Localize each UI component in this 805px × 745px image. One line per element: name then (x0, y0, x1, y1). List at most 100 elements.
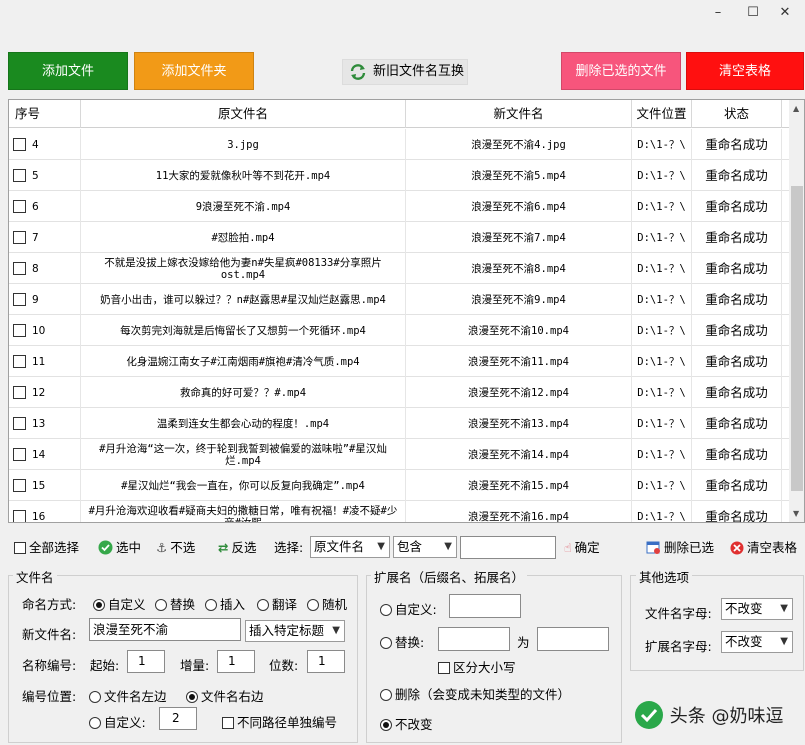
scroll-up-icon[interactable]: ▲ (793, 104, 799, 113)
select-button[interactable]: 选中 (98, 533, 141, 563)
pos-custom-radio[interactable]: 自定义: (89, 712, 146, 731)
row-checkbox[interactable] (13, 355, 26, 368)
cell-status-text: 重命名成功 (705, 508, 768, 523)
step-input[interactable]: 1 (217, 650, 255, 673)
pos-left-radio[interactable]: 文件名左边 (89, 686, 167, 705)
start-input[interactable]: 1 (127, 650, 165, 673)
maximize-button[interactable]: ☐ (738, 0, 768, 28)
row-checkbox[interactable] (13, 324, 26, 337)
header-original-name[interactable]: 原文件名 (81, 100, 406, 128)
row-checkbox[interactable] (13, 138, 26, 151)
add-file-button[interactable]: 添加文件 (8, 52, 128, 90)
row-checkbox[interactable] (13, 417, 26, 430)
row-index-label: 6 (32, 200, 39, 213)
row-checkbox[interactable] (13, 231, 26, 244)
select-mode-combo[interactable]: 包含 ▼ (393, 536, 457, 558)
clear-table-small-button[interactable]: 清空表格 (730, 533, 797, 563)
table-row[interactable]: 7 #怼脸拍.mp4 浪漫至死不渝7.mp4 D:\1-？\ 重命名成功 (9, 222, 789, 253)
row-checkbox[interactable] (13, 200, 26, 213)
cell-status: 重命名成功 (692, 284, 782, 315)
add-folder-button[interactable]: 添加文件夹 (134, 52, 254, 90)
minimize-button[interactable]: – (703, 0, 733, 28)
header-status[interactable]: 状态 (692, 100, 782, 128)
table-row[interactable]: 12 救命真的好可爱？？#.mp4 浪漫至死不渝12.mp4 D:\1-？\ 重命名成功 (9, 377, 789, 408)
deselect-button[interactable]: ⚓ 不选 (156, 533, 195, 563)
cell-original-name: #月升沧海欢迎收看#疑商夫妇的撒糖日常，唯有祝福！#凌不疑#少商#汝熙 (81, 501, 406, 522)
ext-case-combo[interactable]: 不改变 ▼ (721, 631, 793, 653)
cell-original-name-text: #月升沧海“这一次，终于轮到我誓到被偏爱的滋味啦”#星汉灿烂.mp4 (99, 442, 387, 467)
select-filter-input[interactable] (460, 536, 556, 559)
insert-title-combo[interactable]: 插入特定标题 ▼ (245, 620, 345, 642)
pos-custom-input[interactable]: 2 (159, 707, 197, 730)
pos-right-radio[interactable]: 文件名右边 (186, 686, 264, 705)
ext-delete-radio[interactable]: 删除（会变成未知类型的文件） (380, 684, 570, 703)
mode-replace-radio[interactable]: 替换 (155, 594, 195, 613)
cell-original-name-text: #怼脸拍.mp4 (211, 231, 275, 244)
header-index[interactable]: 序号 (9, 100, 81, 128)
table-row[interactable]: 13 温柔到连女生都会心动的程度！.mp4 浪漫至死不渝13.mp4 D:\1-？\ 重… (9, 408, 789, 439)
table-row[interactable]: 8 不就是没拔上嫁衣没嫁给他为妻n#失星疯#08133#分享照片ost.mp4 浪漫… (9, 253, 789, 284)
row-checkbox[interactable] (13, 293, 26, 306)
ext-unchanged-radio[interactable]: 不改变 (380, 714, 433, 733)
ext-replace-from-input[interactable] (438, 627, 510, 651)
cell-location-text: D:\1-？\ (637, 417, 686, 430)
row-index-label: 16 (32, 510, 46, 523)
delete-selected-button[interactable]: 删除已选 (646, 533, 714, 563)
mode-insert-radio[interactable]: 插入 (205, 594, 245, 613)
table-row[interactable]: 15 #星汉灿烂“我会一直在，你可以反复向我确定”.mp4 浪漫至死不渝15.mp4… (9, 470, 789, 501)
new-name-input[interactable]: 浪漫至死不渝 (89, 618, 241, 641)
separate-numbering-checkbox[interactable]: 不同路径单独编号 (222, 712, 337, 731)
scroll-down-icon[interactable]: ▼ (793, 509, 799, 518)
invert-button[interactable]: ⇄ 反选 (218, 533, 257, 563)
row-index-label: 14 (32, 448, 46, 461)
close-button[interactable]: ✕ (770, 0, 800, 28)
select-label: 选中 (116, 540, 142, 555)
table-row[interactable]: 16 #月升沧海欢迎收看#疑商夫妇的撒糖日常，唯有祝福！#凌不疑#少商#汝熙 浪漫至… (9, 501, 789, 523)
cell-status-text: 重命名成功 (705, 477, 768, 493)
confirm-label: 确定 (574, 540, 600, 555)
table-row[interactable]: 10 每次剪完刘海就是后悔留长了又想剪一个死循环.mp4 浪漫至死不渝10.mp4 D… (9, 315, 789, 346)
mode-custom-radio[interactable]: 自定义 (93, 594, 146, 613)
row-checkbox[interactable] (13, 448, 26, 461)
mode-translate-radio[interactable]: 翻译 (257, 594, 297, 613)
digits-input[interactable]: 1 (307, 650, 345, 673)
file-table[interactable]: 序号 原文件名 新文件名 文件位置 状态 4 3.jpg 浪漫至死不渝4.jpg D:… (8, 99, 805, 523)
row-checkbox[interactable] (13, 510, 26, 522)
table-row[interactable]: 14 #月升沧海“这一次，终于轮到我誓到被偏爱的滋味啦”#星汉灿烂.mp4 浪漫至死… (9, 439, 789, 470)
header-location[interactable]: 文件位置 (632, 100, 692, 128)
delete-selected-files-button[interactable]: 删除已选的文件 (561, 52, 681, 90)
ext-replace-to-input[interactable] (537, 627, 609, 651)
scrollbar-thumb[interactable] (791, 186, 803, 491)
cell-status: 重命名成功 (692, 129, 782, 160)
vertical-scrollbar[interactable]: ▲ ▼ (789, 100, 804, 522)
table-row[interactable]: 9 奶音小出击，谁可以躲过？？n#赵露思#星汉灿烂赵露思.mp4 浪漫至死不渝9.m… (9, 284, 789, 315)
clear-table-button[interactable]: 清空表格 (686, 52, 804, 90)
swap-names-button[interactable]: 新旧文件名互换 (342, 59, 468, 85)
row-checkbox[interactable] (13, 479, 26, 492)
cell-new-name-text: 浪漫至死不渝5.mp4 (471, 169, 566, 182)
case-sensitive-checkbox[interactable]: 区分大小写 (438, 657, 516, 676)
row-checkbox[interactable] (13, 386, 26, 399)
mode-random-label: 随机 (322, 597, 348, 612)
watermark: 头条 @奶味逗 (634, 700, 783, 732)
select-all-checkbox[interactable]: 全部选择 (14, 533, 79, 563)
row-checkbox[interactable] (13, 169, 26, 182)
cell-status-text: 重命名成功 (705, 415, 768, 431)
confirm-button[interactable]: ☝ 确定 (564, 533, 600, 563)
filename-case-value: 不改变 (725, 601, 763, 616)
row-index-label: 15 (32, 479, 46, 492)
table-row[interactable]: 5 11大家的爱就像秋叶等不到花开.mp4 浪漫至死不渝5.mp4 D:\1-？\ 重命… (9, 160, 789, 191)
table-row[interactable]: 4 3.jpg 浪漫至死不渝4.jpg D:\1-？\ 重命名成功 (9, 129, 789, 160)
table-row[interactable]: 6 9浪漫至死不渝.mp4 浪漫至死不渝6.mp4 D:\1-？\ 重命名成功 (9, 191, 789, 222)
ext-custom-input[interactable] (449, 594, 521, 618)
radio-dot (257, 599, 269, 611)
table-row[interactable]: 11 化身温婉江南女子#江南烟雨#旗袍#清冷气质.mp4 浪漫至死不渝11.mp4 D… (9, 346, 789, 377)
row-checkbox[interactable] (13, 262, 26, 275)
filename-case-combo[interactable]: 不改变 ▼ (721, 598, 793, 620)
mode-random-radio[interactable]: 随机 (307, 594, 347, 613)
select-field-combo[interactable]: 原文件名 ▼ (310, 536, 390, 558)
header-new-name[interactable]: 新文件名 (406, 100, 632, 128)
ext-custom-radio[interactable]: 自定义: (380, 599, 437, 618)
ext-replace-radio[interactable]: 替换: (380, 632, 424, 651)
select-mode-value: 包含 (397, 539, 423, 554)
